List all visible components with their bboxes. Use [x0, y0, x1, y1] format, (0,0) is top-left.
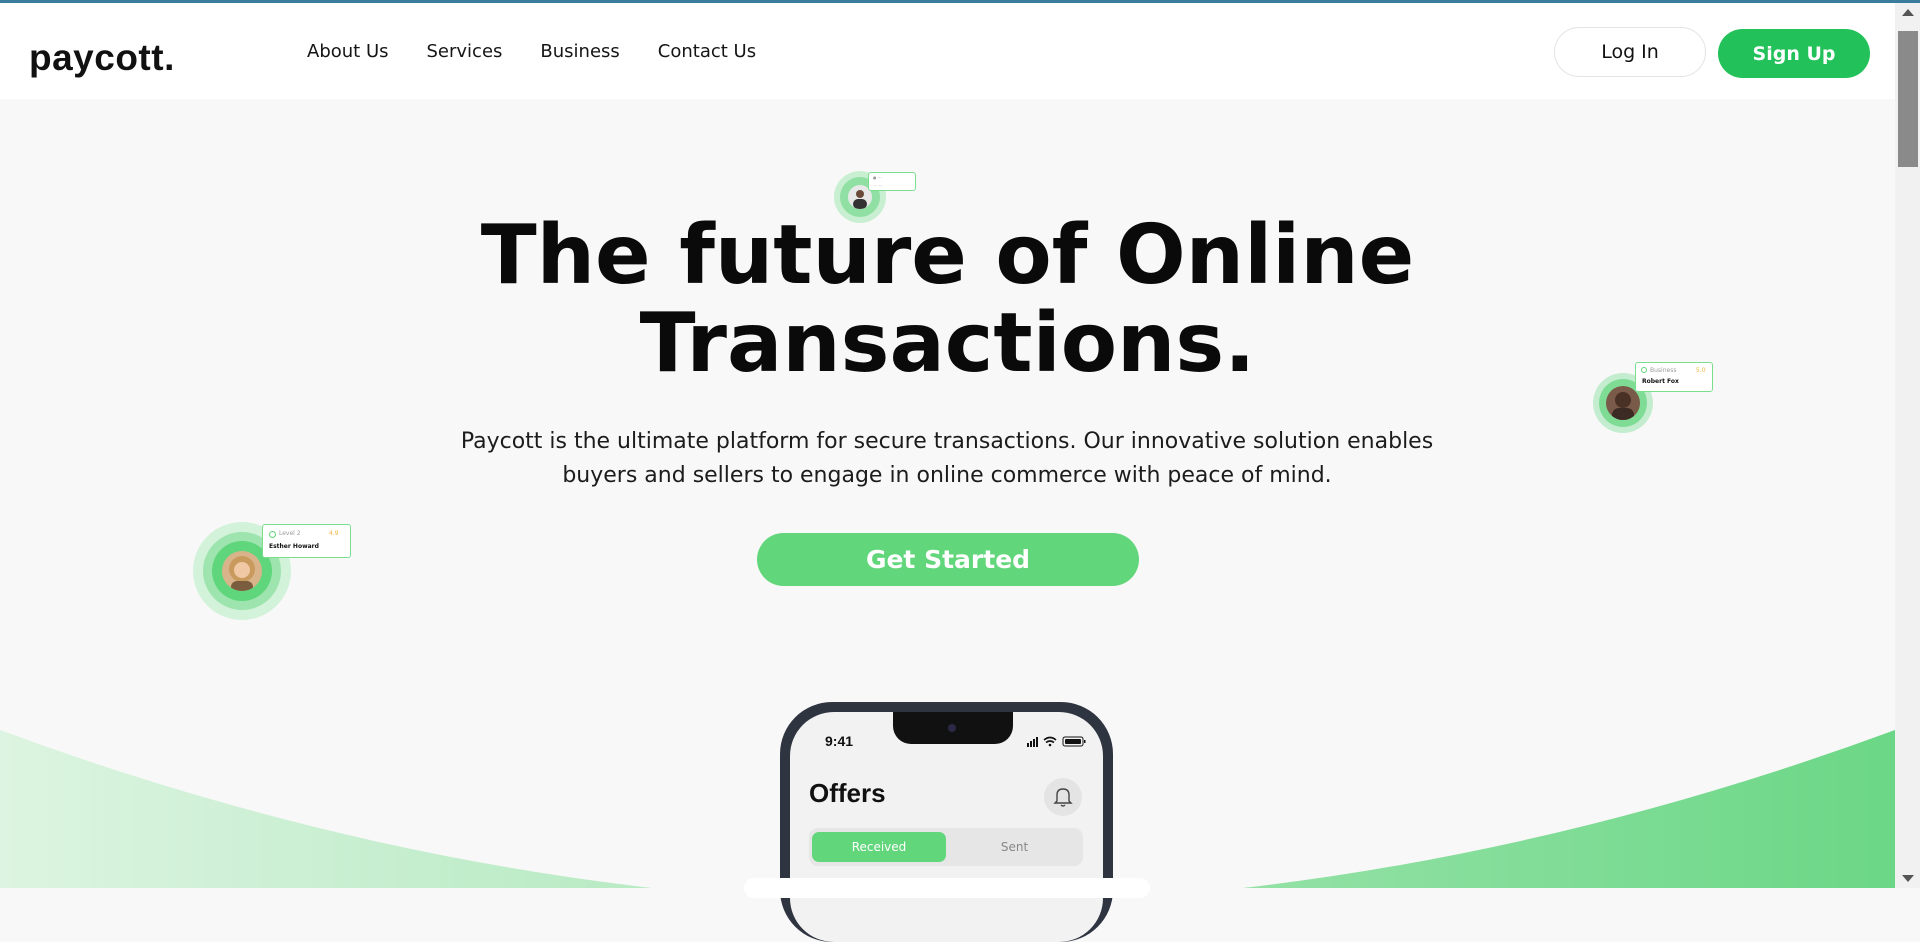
- notifications-button[interactable]: [1044, 778, 1082, 816]
- hero-subtitle: Paycott is the ultimate platform for sec…: [447, 425, 1447, 493]
- get-started-button[interactable]: Get Started: [757, 533, 1139, 586]
- main-nav: About Us Services Business Contact Us: [307, 41, 756, 62]
- battery-icon: [1062, 736, 1086, 747]
- phone-screen: 9:41 Offers Received Sent: [790, 712, 1103, 942]
- bell-icon: [1053, 788, 1073, 807]
- mini-profile-card: Level 2 Esther Howard 4.9: [262, 524, 351, 558]
- signal-icon: [1027, 737, 1038, 747]
- status-time: 9:41: [825, 733, 854, 749]
- scroll-up-arrow-icon[interactable]: [1902, 9, 1914, 16]
- hero-subtitle-line-2: buyers and sellers to engage in online c…: [562, 463, 1332, 488]
- nav-link-contact-us[interactable]: Contact Us: [658, 41, 756, 62]
- phone-notch: [893, 712, 1013, 744]
- nav-link-services[interactable]: Services: [427, 41, 503, 62]
- status-icons: [1027, 736, 1086, 747]
- hero-title-line-1: The future of Online: [480, 208, 1415, 303]
- check-icon: [269, 531, 276, 538]
- profile-rating: 4.9: [329, 530, 339, 537]
- nav-link-business[interactable]: Business: [540, 41, 619, 62]
- page-scrollbar[interactable]: [1895, 3, 1920, 888]
- scroll-down-arrow-icon[interactable]: [1902, 875, 1914, 882]
- offers-segmented-control: Received Sent: [809, 828, 1083, 866]
- phone-mockup: 9:41 Offers Received Sent: [780, 702, 1113, 942]
- avatar: [222, 551, 262, 591]
- brand-logo[interactable]: paycott.: [29, 37, 175, 79]
- hero-title-line-2: Transactions.: [639, 296, 1256, 391]
- floating-bottom-card: [744, 878, 1150, 898]
- wifi-icon: [1043, 736, 1057, 747]
- profile-name: Esther Howard: [269, 543, 319, 550]
- signup-button[interactable]: Sign Up: [1718, 29, 1870, 78]
- scrollbar-thumb[interactable]: [1898, 31, 1918, 167]
- mini-profile-card: ● ··· ···· ·····: [868, 172, 916, 191]
- hero-title: The future of Online Transactions.: [0, 212, 1895, 388]
- offers-title: Offers: [809, 778, 886, 808]
- tab-received[interactable]: Received: [812, 832, 946, 862]
- camera-icon: [948, 724, 956, 732]
- nav-link-about-us[interactable]: About Us: [307, 41, 389, 62]
- navbar: paycott. About Us Services Business Cont…: [0, 3, 1895, 99]
- profile-level: Level 2: [279, 530, 301, 537]
- floating-profile-esther: Level 2 Esther Howard 4.9: [193, 522, 351, 620]
- login-button[interactable]: Log In: [1554, 27, 1706, 77]
- hero-subtitle-line-1: Paycott is the ultimate platform for sec…: [460, 429, 1434, 454]
- tab-sent[interactable]: Sent: [949, 832, 1080, 862]
